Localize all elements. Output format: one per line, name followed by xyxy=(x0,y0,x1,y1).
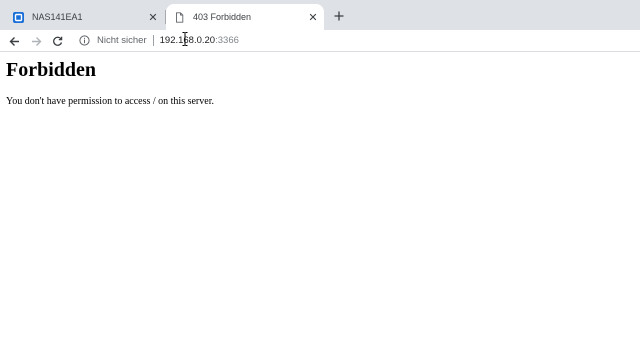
tab-forbidden[interactable]: 403 Forbidden ✕ xyxy=(166,4,324,30)
arrow-right-icon xyxy=(31,36,41,46)
info-icon[interactable] xyxy=(79,35,90,46)
reload-button[interactable] xyxy=(48,32,66,50)
security-status[interactable]: Nicht sicher xyxy=(97,35,147,46)
error-message: You don't have permission to access / on… xyxy=(6,96,214,107)
omnibox-divider xyxy=(152,35,154,46)
forward-button[interactable] xyxy=(27,32,45,50)
tab-title: NAS141EA1 xyxy=(32,12,83,22)
reload-icon xyxy=(52,36,62,46)
url-port[interactable]: :3366 xyxy=(215,35,239,46)
plus-icon xyxy=(334,11,344,21)
nas-app-icon xyxy=(13,11,24,23)
tab-nas[interactable]: NAS141EA1 ✕ xyxy=(6,4,164,30)
tab-close-icon[interactable]: ✕ xyxy=(306,10,320,24)
toolbar: Nicht sicher 192.168.0.20:3366 xyxy=(0,30,640,52)
page-icon xyxy=(176,11,184,23)
page-content: Forbidden You don't have permission to a… xyxy=(0,52,640,360)
page-title: Forbidden xyxy=(6,59,97,81)
tab-title: 403 Forbidden xyxy=(193,12,252,22)
new-tab-button[interactable] xyxy=(330,7,348,25)
tab-close-icon[interactable]: ✕ xyxy=(146,10,160,24)
arrow-left-icon xyxy=(9,36,19,46)
tab-strip: NAS141EA1 ✕ 403 Forbidden ✕ xyxy=(0,0,640,30)
text-cursor-icon xyxy=(182,32,188,46)
address-bar[interactable]: Nicht sicher 192.168.0.20:3366 xyxy=(72,31,632,50)
back-button[interactable] xyxy=(5,32,23,50)
